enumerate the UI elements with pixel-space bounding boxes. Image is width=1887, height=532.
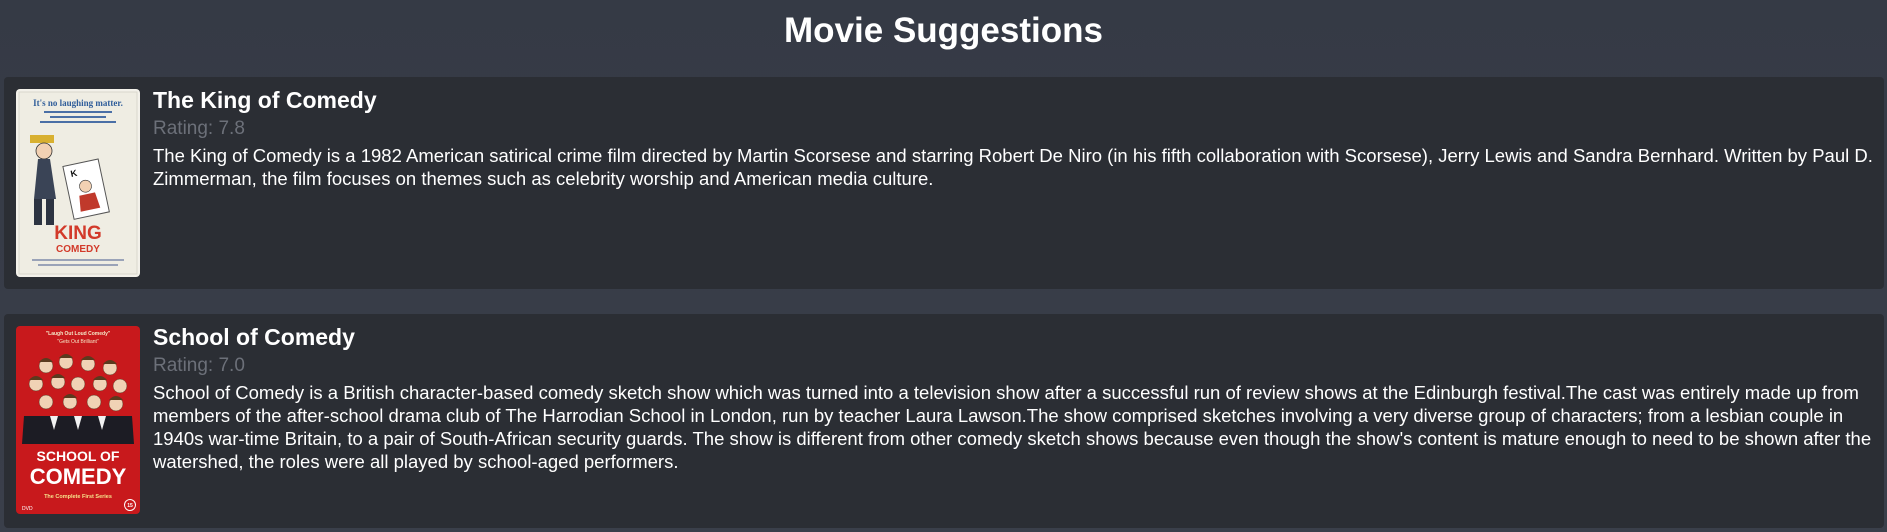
movie-rating: Rating: 7.8 <box>153 115 1874 143</box>
poster-series-text: The Complete First Series <box>44 494 112 500</box>
rating-label: Rating: <box>153 355 219 376</box>
poster-wordmark-top: KING <box>54 223 102 244</box>
poster-quote: "Laugh Out Loud Comedy" <box>46 331 111 337</box>
poster-dvd-text: DVD <box>22 506 33 512</box>
movie-poster[interactable]: It's no laughing matter. K KING COMEDY <box>16 89 140 277</box>
movie-info: School of Comedy Rating: 7.0 School of C… <box>153 322 1874 473</box>
movie-card[interactable]: It's no laughing matter. K KING COMEDY T… <box>4 77 1884 289</box>
school-of-comedy-poster-image: "Laugh Out Loud Comedy" "Gets Out Brilli… <box>16 326 140 514</box>
king-of-comedy-poster-image: It's no laughing matter. K KING COMEDY <box>16 89 140 277</box>
poster-quote-sub: "Gets Out Brilliant" <box>57 339 99 345</box>
movie-info: The King of Comedy Rating: 7.8 The King … <box>153 85 1874 190</box>
page-title: Movie Suggestions <box>784 11 1103 50</box>
movie-description: School of Comedy is a British character-… <box>153 382 1872 472</box>
movie-card[interactable]: "Laugh Out Loud Comedy" "Gets Out Brilli… <box>4 314 1884 528</box>
rating-label: Rating: <box>153 118 219 139</box>
poster-wordmark-bottom: COMEDY <box>56 244 100 255</box>
poster-age-rating: 15 <box>127 503 133 509</box>
movie-title[interactable]: School of Comedy <box>153 322 1874 352</box>
poster-tagline: It's no laughing matter. <box>33 98 123 108</box>
rating-value: 7.0 <box>218 355 245 376</box>
rating-value: 7.8 <box>218 118 245 139</box>
movie-rating: Rating: 7.0 <box>153 352 1874 380</box>
movie-title[interactable]: The King of Comedy <box>153 85 1874 115</box>
movie-description: The King of Comedy is a 1982 American sa… <box>153 145 1873 189</box>
poster-wordmark-bottom: COMEDY <box>30 464 127 489</box>
poster-wordmark-top: SCHOOL OF <box>37 448 120 464</box>
movie-poster[interactable]: "Laugh Out Loud Comedy" "Gets Out Brilli… <box>16 326 140 514</box>
